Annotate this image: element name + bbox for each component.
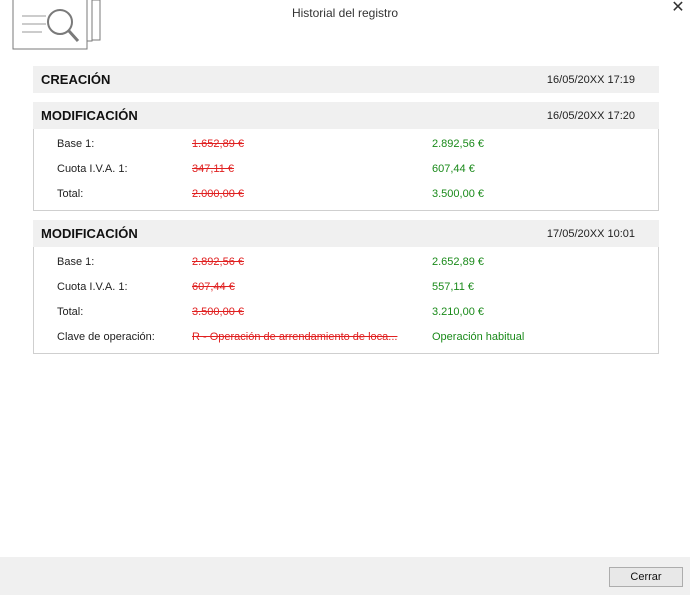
field-label: Base 1: (57, 138, 95, 150)
entry-changes: Base 1: 1.652,89 € 2.892,56 € Cuota I.V.… (33, 129, 659, 211)
entry-datetime: 17/05/20XX 10:01 (546, 227, 635, 240)
close-button[interactable]: Cerrar (609, 567, 683, 587)
entry-title: MODIFICACIÓN (41, 108, 138, 123)
old-value: 347,11 € (192, 163, 235, 175)
entry-changes: Base 1: 2.892,56 € 2.652,89 € Cuota I.V.… (33, 247, 659, 354)
new-value: 3.500,00 € (432, 188, 484, 200)
change-row: Base 1: 1.652,89 € 2.892,56 € (34, 133, 658, 158)
entry-header: MODIFICACIÓN 17/05/20XX 10:01 (33, 220, 659, 247)
field-label: Total: (57, 306, 84, 318)
change-row: Total: 3.500,00 € 3.210,00 € (34, 301, 658, 326)
field-label: Total: (57, 188, 84, 200)
old-value: 607,44 € (192, 281, 235, 293)
history-entry-creation: CREACIÓN 16/05/20XX 17:19 (33, 66, 659, 93)
entry-datetime: 16/05/20XX 17:20 (546, 109, 635, 122)
dialog-footer: Cerrar (0, 557, 690, 595)
old-value: 3.500,00 € (192, 306, 244, 318)
history-entry-modification-2: MODIFICACIÓN 17/05/20XX 10:01 Base 1: 2.… (33, 220, 659, 354)
new-value: 607,44 € (432, 163, 475, 175)
entry-header: CREACIÓN 16/05/20XX 17:19 (33, 66, 659, 93)
change-row: Total: 2.000,00 € 3.500,00 € (34, 183, 658, 208)
field-label: Cuota I.V.A. 1: (57, 163, 128, 175)
entry-title: CREACIÓN (41, 72, 111, 87)
change-row: Base 1: 2.892,56 € 2.652,89 € (34, 251, 658, 276)
change-row: Clave de operación: R - Operación de arr… (34, 326, 658, 351)
new-value: Operación habitual (432, 331, 525, 343)
change-row: Cuota I.V.A. 1: 347,11 € 607,44 € (34, 158, 658, 183)
new-value: 2.892,56 € (432, 138, 484, 150)
old-value: 1.652,89 € (192, 138, 244, 150)
old-value: R - Operación de arrendamiento de loca..… (192, 331, 398, 343)
window-title: Historial del registro (291, 6, 399, 20)
old-value: 2.892,56 € (192, 256, 244, 268)
entry-header: MODIFICACIÓN 16/05/20XX 17:20 (33, 102, 659, 129)
field-label: Base 1: (57, 256, 95, 268)
new-value: 557,11 € (432, 281, 475, 293)
new-value: 2.652,89 € (432, 256, 484, 268)
entry-datetime: 16/05/20XX 17:19 (546, 73, 635, 86)
close-icon[interactable]: ✕ (670, 0, 686, 16)
history-entry-modification-1: MODIFICACIÓN 16/05/20XX 17:20 Base 1: 1.… (33, 102, 659, 211)
field-label: Clave de operación: (57, 331, 155, 343)
field-label: Cuota I.V.A. 1: (57, 281, 128, 293)
old-value: 2.000,00 € (192, 188, 244, 200)
change-row: Cuota I.V.A. 1: 607,44 € 557,11 € (34, 276, 658, 301)
new-value: 3.210,00 € (432, 306, 484, 318)
entry-title: MODIFICACIÓN (41, 226, 138, 241)
